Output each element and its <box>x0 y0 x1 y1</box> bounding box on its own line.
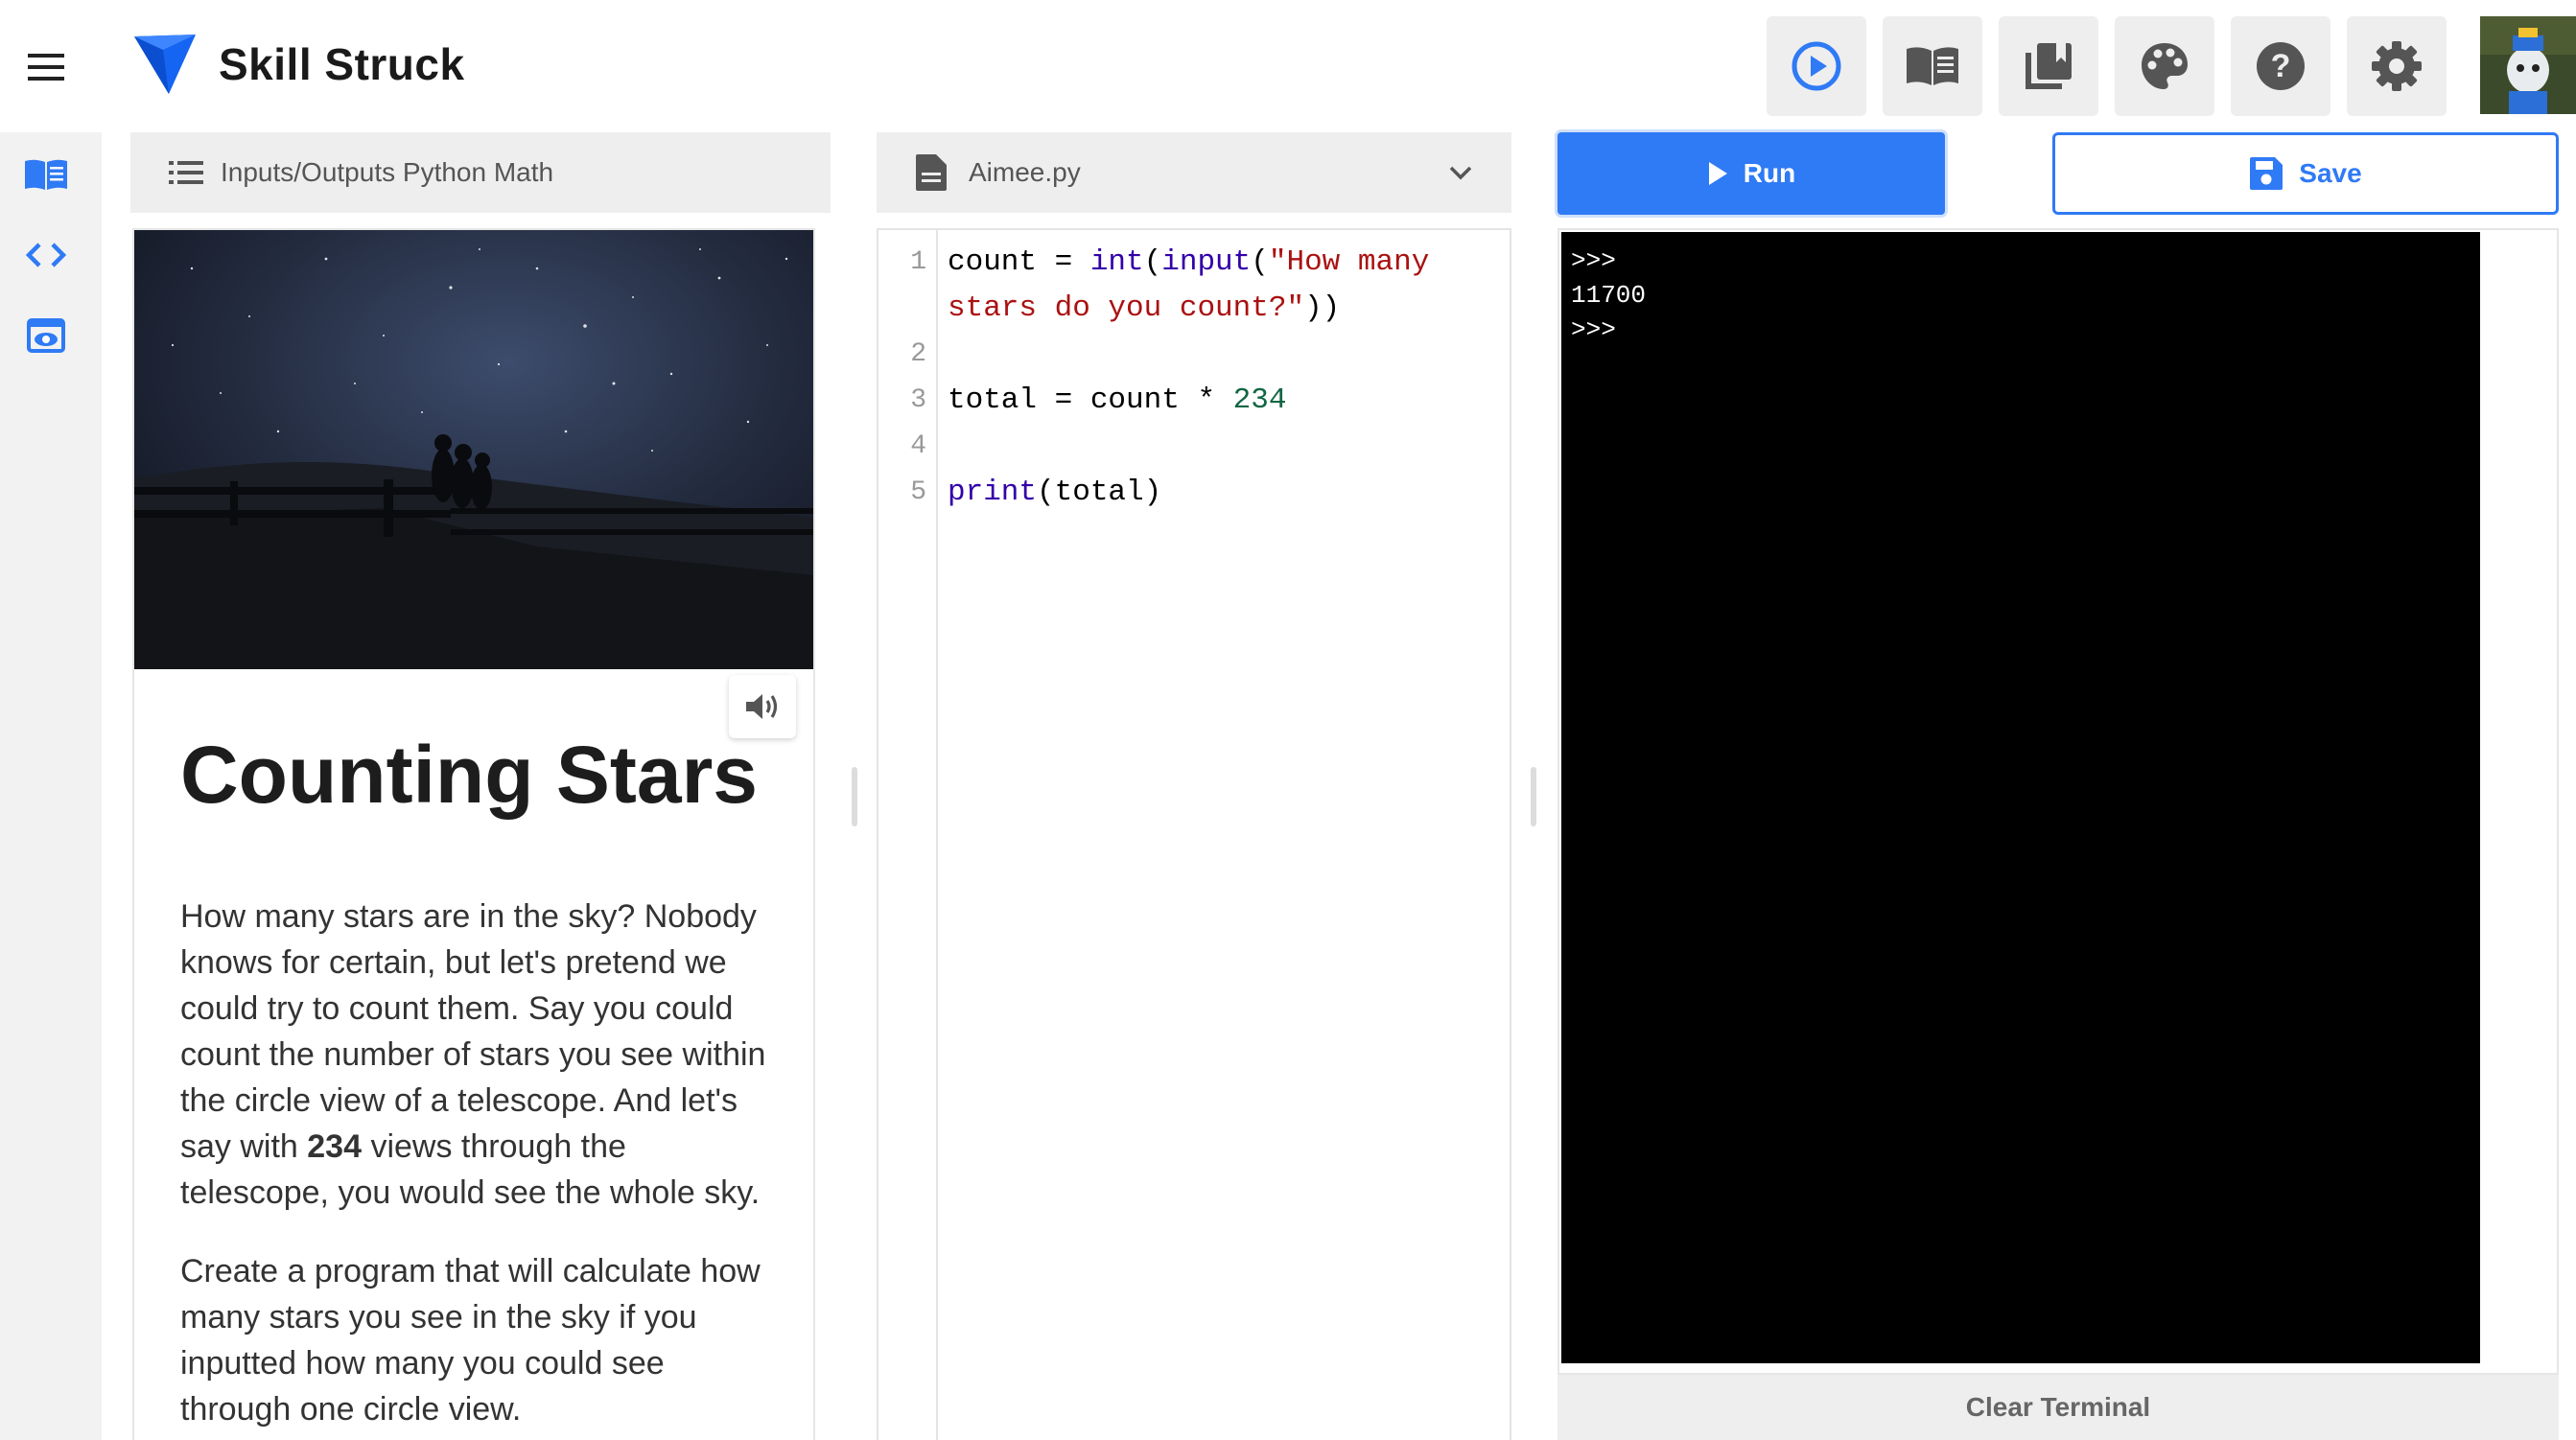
skill-struck-logo-icon <box>134 35 196 94</box>
help-icon: ? <box>2257 42 2305 90</box>
save-icon <box>2250 157 2283 190</box>
code-line-3: total = count * 234 <box>948 383 1286 417</box>
speaker-icon <box>746 694 778 719</box>
code-line-1b: stars do you count?")) <box>948 291 1340 325</box>
code-line-5: print(total) <box>948 476 1161 509</box>
line-number: 5 <box>910 477 926 507</box>
list-icon <box>169 161 203 184</box>
save-button-label: Save <box>2299 158 2362 188</box>
para1-bold: 234 <box>307 1128 362 1165</box>
line-gutter: 1 2 3 4 5 <box>878 230 938 1440</box>
terminal-container: >>> 11700 >>> <box>1557 228 2559 1375</box>
code-token: ( <box>1143 245 1162 279</box>
code-token-builtin: int <box>1089 245 1144 279</box>
rail-preview-button[interactable] <box>21 311 71 360</box>
code-token-string: "How many <box>1268 245 1430 279</box>
file-icon <box>916 154 947 191</box>
avatar-image <box>2480 16 2576 114</box>
line-number: 3 <box>910 385 926 415</box>
panel-resize-handle-right[interactable] <box>1531 767 1536 826</box>
run-button[interactable]: Run <box>1557 132 1945 215</box>
app-title: Skill Struck <box>219 39 465 89</box>
rail-code-button[interactable] <box>21 230 71 280</box>
user-avatar[interactable] <box>2480 16 2576 114</box>
theme-button[interactable] <box>2115 16 2214 116</box>
book-open-icon <box>1907 47 1958 85</box>
code-token-string: stars do you count?" <box>948 291 1305 325</box>
svg-text:?: ? <box>2271 48 2291 84</box>
code-token: ( <box>1251 245 1269 279</box>
terminal-output[interactable]: >>> 11700 >>> <box>1561 232 2480 1363</box>
lesson-image <box>134 230 813 669</box>
lesson-breadcrumb-label: Inputs/Outputs Python Math <box>221 157 554 187</box>
preview-eye-icon <box>27 318 65 353</box>
gear-icon <box>2372 41 2422 91</box>
code-line-1a: count = int(input("How many <box>948 245 1429 279</box>
play-circle-icon <box>1791 41 1841 91</box>
code-token-number: 234 <box>1232 383 1287 417</box>
clear-terminal-button[interactable]: Clear Terminal <box>1557 1375 2559 1440</box>
file-name: Aimee.py <box>969 157 1081 187</box>
para1-text-a: How many stars are in the sky? Nobody kn… <box>180 898 766 1165</box>
lesson-title: Counting Stars <box>180 730 758 820</box>
code-editor[interactable]: 1 2 3 4 5 count = int(input("How many st… <box>877 228 1511 1440</box>
save-button[interactable]: Save <box>2052 132 2559 215</box>
code-token: (total) <box>1037 476 1162 509</box>
code-token-builtin: input <box>1161 245 1252 279</box>
line-number: 4 <box>910 431 926 461</box>
hamburger-icon <box>28 54 64 81</box>
line-number: 2 <box>910 339 926 369</box>
play-icon <box>1708 162 1727 185</box>
menu-button[interactable] <box>17 38 75 96</box>
rail-lesson-button[interactable] <box>21 150 71 199</box>
run-preview-button[interactable] <box>1767 16 1866 116</box>
lesson-paragraph-1: How many stars are in the sky? Nobody kn… <box>180 894 775 1216</box>
code-icon <box>26 243 66 267</box>
lesson-book-icon <box>25 159 67 190</box>
code-token-builtin: print <box>948 476 1038 509</box>
lesson-content: Counting Stars How many stars are in the… <box>132 228 815 1440</box>
lesson-paragraph-2: Create a program that will calculate how… <box>180 1253 761 1428</box>
app-logo[interactable]: Skill Struck <box>132 33 465 96</box>
help-button[interactable]: ? <box>2231 16 2330 116</box>
chevron-down-icon <box>1449 166 1472 180</box>
run-button-label: Run <box>1743 158 1796 188</box>
library-icon <box>2026 43 2072 89</box>
code-token: )) <box>1304 291 1341 325</box>
file-selector[interactable]: Aimee.py <box>877 132 1511 213</box>
code-token: total = count * <box>948 383 1233 417</box>
line-number: 1 <box>910 247 926 277</box>
library-button[interactable] <box>1999 16 2098 116</box>
code-token: count = <box>948 245 1090 279</box>
lesson-button[interactable] <box>1883 16 1982 116</box>
panel-resize-handle-left[interactable] <box>852 767 857 826</box>
lesson-breadcrumb[interactable]: Inputs/Outputs Python Math <box>130 132 831 213</box>
palette-icon <box>2142 43 2188 89</box>
settings-button[interactable] <box>2347 16 2447 116</box>
